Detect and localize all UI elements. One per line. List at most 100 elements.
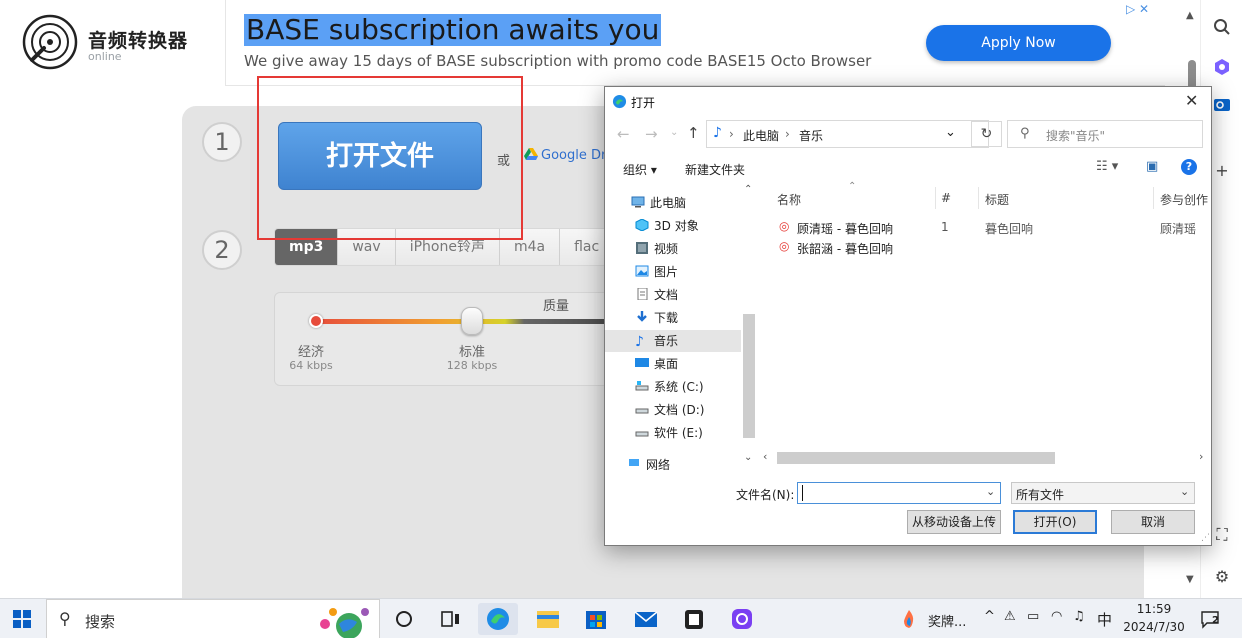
nav-item-drive-c[interactable]: 系统 (C:): [635, 376, 739, 398]
file-list-hscrollbar[interactable]: ‹ ›: [761, 449, 1211, 467]
copilot-icon[interactable]: [1211, 58, 1233, 80]
file-row[interactable]: ◎ 顾清瑶 - 暮色回响 1 暮色回响 顾清瑶: [777, 218, 1211, 238]
column-title[interactable]: 标题: [985, 191, 1009, 208]
preview-pane-icon[interactable]: ▣: [1146, 159, 1158, 174]
nav-item-downloads[interactable]: 下载: [635, 307, 739, 329]
notification-icon[interactable]: 2: [1200, 609, 1222, 629]
breadcrumb-this-pc[interactable]: 此电脑: [743, 127, 779, 144]
drive-icon: [635, 431, 649, 437]
chevron-up-icon[interactable]: ^: [984, 609, 995, 624]
taskbar-search-text: 搜索: [85, 613, 116, 631]
hscroll-thumb[interactable]: [777, 452, 1055, 464]
alert-icon[interactable]: ⚠: [1004, 609, 1016, 624]
close-icon[interactable]: ✕: [1185, 91, 1198, 110]
nav-label: 图片: [654, 265, 679, 279]
ad-apply-button[interactable]: Apply Now: [926, 25, 1111, 61]
ad-choices-icon[interactable]: ▷ ✕: [1126, 2, 1149, 16]
chevron-down-icon[interactable]: ⌄: [945, 125, 956, 140]
nav-item-this-pc[interactable]: 此电脑: [631, 192, 735, 214]
back-arrow-icon[interactable]: ←: [617, 125, 630, 143]
store-icon[interactable]: [576, 603, 616, 635]
chevron-down-icon[interactable]: ⌄: [744, 452, 752, 463]
battery-icon[interactable]: ▭: [1027, 609, 1039, 624]
file-name: 张韶涵 - 暮色回响: [797, 242, 893, 256]
nav-item-drive-d[interactable]: 文档 (D:): [635, 399, 739, 421]
column-track-number[interactable]: #: [941, 191, 951, 205]
dialog-search-placeholder: 搜索"音乐": [1046, 129, 1106, 143]
recent-dropdown-icon[interactable]: ⌄: [670, 127, 678, 138]
cortana-icon[interactable]: [384, 603, 424, 635]
weather-flame-icon[interactable]: [899, 609, 919, 629]
nav-item-pictures[interactable]: 图片: [635, 261, 739, 283]
forward-arrow-icon[interactable]: →: [645, 125, 658, 143]
search-icon: ⚲: [1020, 126, 1030, 141]
weather-text[interactable]: 奖牌...: [928, 611, 966, 630]
new-folder-button[interactable]: 新建文件夹: [685, 161, 745, 178]
column-divider[interactable]: [935, 187, 936, 209]
upload-from-mobile-button[interactable]: 从移动设备上传: [907, 510, 1001, 534]
notification-count: 2: [1212, 615, 1219, 626]
screenshot-icon[interactable]: ⛶: [1211, 524, 1233, 546]
nav-item-documents[interactable]: 文档: [635, 284, 739, 306]
dialog-title: 打开: [631, 96, 656, 110]
notepad-app-icon[interactable]: [674, 603, 714, 635]
step-2-number: 2: [202, 230, 242, 270]
quality-slider-thumb[interactable]: [461, 307, 483, 335]
scroll-up-icon[interactable]: ▲: [1186, 10, 1194, 21]
help-icon[interactable]: ?: [1181, 159, 1197, 175]
resize-grip-icon[interactable]: ⋰: [1201, 533, 1210, 543]
task-view-icon[interactable]: [430, 603, 470, 635]
chevron-down-icon[interactable]: ⌄: [986, 485, 995, 498]
clock-date[interactable]: 2024/7/30: [1122, 620, 1186, 634]
file-type-filter[interactable]: 所有文件 ⌄: [1011, 482, 1195, 504]
search-icon[interactable]: [1211, 18, 1233, 40]
nav-item-drive-e[interactable]: 软件 (E:): [635, 422, 739, 444]
file-explorer-icon[interactable]: [528, 603, 568, 635]
column-name[interactable]: 名称: [777, 191, 801, 208]
scroll-down-icon[interactable]: ▼: [1186, 574, 1194, 585]
view-options-icon[interactable]: ☷ ▾: [1096, 159, 1118, 174]
address-bar[interactable]: ♪ › 此电脑 › 音乐 ⌄: [706, 120, 989, 148]
nav-item-desktop[interactable]: 桌面: [635, 353, 739, 375]
video-icon: [636, 242, 648, 254]
vinyl-logo-icon[interactable]: [22, 14, 78, 70]
wifi-icon[interactable]: ◠: [1051, 609, 1062, 624]
windows-start-icon[interactable]: [13, 610, 31, 628]
chevron-right-icon[interactable]: ›: [1199, 450, 1203, 463]
mail-icon[interactable]: [626, 603, 666, 635]
nav-item-videos[interactable]: 视频: [635, 238, 739, 260]
chevron-left-icon[interactable]: ‹: [763, 450, 767, 463]
edge-taskbar-icon[interactable]: [478, 603, 518, 635]
nav-item-network[interactable]: 网络: [627, 454, 731, 470]
file-row[interactable]: ◎ 张韶涵 - 暮色回响: [777, 238, 1211, 258]
taskbar-search-box[interactable]: ⚲ 搜索: [46, 599, 380, 638]
site-logo-name[interactable]: 音频转换器: [88, 26, 188, 53]
music-app-icon[interactable]: [722, 603, 762, 635]
clock-time[interactable]: 11:59: [1124, 602, 1184, 616]
column-contributing-artists[interactable]: 参与创作: [1160, 191, 1212, 208]
cancel-button[interactable]: 取消: [1111, 510, 1195, 534]
ime-indicator[interactable]: 中: [1097, 609, 1112, 630]
quality-level-standard[interactable]: 标准: [447, 341, 497, 360]
ad-title[interactable]: BASE subscription awaits you: [244, 14, 662, 46]
outlook-icon[interactable]: [1211, 96, 1233, 118]
filename-input[interactable]: ⌄: [797, 482, 1001, 504]
add-icon[interactable]: +: [1211, 160, 1233, 182]
nav-scrollbar[interactable]: ⌃ ⌄: [741, 184, 757, 470]
column-divider[interactable]: [1153, 187, 1154, 209]
volume-icon[interactable]: ♫: [1073, 609, 1085, 624]
breadcrumb-music[interactable]: 音乐: [799, 127, 823, 144]
refresh-icon[interactable]: ↻: [971, 121, 1002, 147]
chevron-up-icon[interactable]: ⌃: [744, 184, 752, 195]
open-button[interactable]: 打开(O): [1013, 510, 1097, 534]
gear-icon[interactable]: ⚙: [1211, 566, 1233, 588]
nav-item-3d-objects[interactable]: 3D 对象: [635, 215, 739, 237]
column-divider[interactable]: [978, 187, 979, 209]
dialog-search-input[interactable]: ⚲ 搜索"音乐": [1007, 120, 1203, 148]
nav-scroll-thumb[interactable]: [743, 314, 755, 438]
quality-level-economy[interactable]: 经济: [289, 341, 333, 360]
up-arrow-icon[interactable]: ↑: [687, 124, 700, 142]
ad-banner[interactable]: BASE subscription awaits you We give awa…: [225, 0, 1165, 86]
nav-item-music[interactable]: ♪ 音乐: [605, 330, 741, 352]
organize-menu[interactable]: 组织 ▾: [623, 161, 657, 178]
